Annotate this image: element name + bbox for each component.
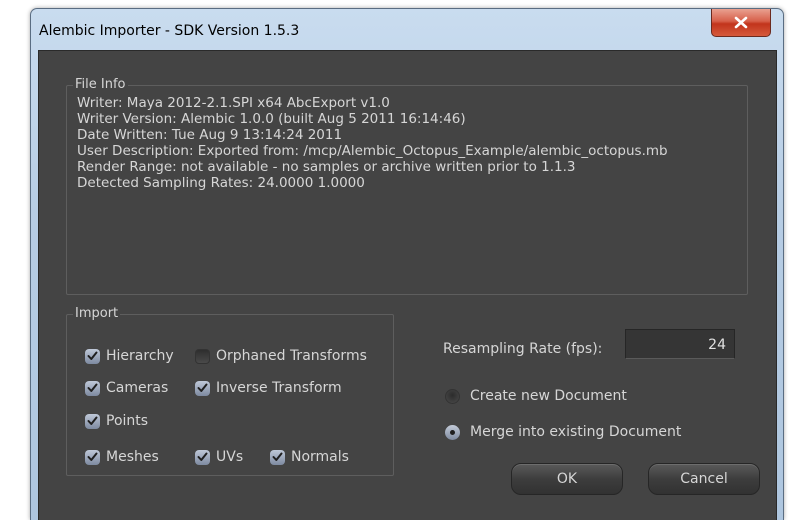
hierarchy-label: Hierarchy: [106, 348, 174, 364]
cameras-label: Cameras: [106, 380, 169, 396]
checkbox-checked-icon: [85, 348, 100, 364]
file-info-text: Writer: Maya 2012-2.1.SPI x64 AbcExport …: [77, 95, 668, 191]
create-new-document-radio[interactable]: Create new Document: [445, 388, 627, 404]
radio-selected-icon: [445, 424, 460, 440]
file-info-user-description: User Description: Exported from: /mcp/Al…: [77, 143, 668, 159]
orphaned-transforms-label: Orphaned Transforms: [216, 348, 367, 364]
file-info-group: File Info Writer: Maya 2012-2.1.SPI x64 …: [66, 77, 748, 295]
dialog-content: File Info Writer: Maya 2012-2.1.SPI x64 …: [38, 50, 777, 520]
file-info-writer-version: Writer Version: Alembic 1.0.0 (built Aug…: [77, 111, 466, 127]
checkbox-checked-icon: [195, 449, 210, 465]
normals-label: Normals: [291, 449, 349, 465]
title-bar[interactable]: Alembic Importer - SDK Version 1.5.3: [31, 9, 783, 51]
merge-into-existing-document-radio[interactable]: Merge into existing Document: [445, 424, 681, 440]
resampling-rate-label: Resampling Rate (fps):: [443, 341, 603, 357]
import-title: Import: [73, 306, 121, 322]
close-button[interactable]: [711, 9, 771, 37]
hierarchy-checkbox[interactable]: Hierarchy: [85, 348, 174, 364]
resampling-rate-input[interactable]: 24: [625, 329, 735, 359]
uvs-label: UVs: [216, 449, 244, 465]
checkbox-checked-icon: [85, 380, 100, 396]
cancel-button[interactable]: Cancel: [648, 463, 760, 495]
radio-unselected-icon: [445, 388, 460, 404]
importer-window: Alembic Importer - SDK Version 1.5.3 Fil…: [30, 8, 784, 520]
orphaned-transforms-checkbox[interactable]: Orphaned Transforms: [195, 348, 367, 364]
file-info-writer: Writer: Maya 2012-2.1.SPI x64 AbcExport …: [77, 95, 390, 111]
window-title: Alembic Importer - SDK Version 1.5.3: [39, 23, 300, 39]
checkbox-unchecked-icon: [195, 348, 210, 364]
file-info-date-written: Date Written: Tue Aug 9 13:14:24 2011: [77, 127, 343, 143]
inverse-transform-checkbox[interactable]: Inverse Transform: [195, 380, 342, 396]
import-group: Import Hierarchy Orphaned Transforms Cam…: [66, 306, 394, 476]
merge-into-existing-document-label: Merge into existing Document: [470, 424, 682, 440]
inverse-transform-label: Inverse Transform: [216, 380, 342, 396]
uvs-checkbox[interactable]: UVs: [195, 449, 243, 465]
file-info-title: File Info: [73, 77, 128, 93]
ok-button[interactable]: OK: [511, 463, 623, 495]
points-checkbox[interactable]: Points: [85, 413, 148, 429]
meshes-label: Meshes: [106, 449, 159, 465]
close-icon: [734, 16, 748, 29]
checkbox-checked-icon: [85, 449, 100, 465]
points-label: Points: [106, 413, 149, 429]
normals-checkbox[interactable]: Normals: [270, 449, 349, 465]
file-info-render-range: Render Range: not available - no samples…: [77, 159, 576, 175]
checkbox-checked-icon: [270, 449, 285, 465]
create-new-document-label: Create new Document: [470, 388, 627, 404]
checkbox-checked-icon: [85, 413, 100, 429]
checkbox-checked-icon: [195, 380, 210, 396]
meshes-checkbox[interactable]: Meshes: [85, 449, 159, 465]
cameras-checkbox[interactable]: Cameras: [85, 380, 168, 396]
file-info-sampling-rates: Detected Sampling Rates: 24.0000 1.0000: [77, 175, 365, 191]
